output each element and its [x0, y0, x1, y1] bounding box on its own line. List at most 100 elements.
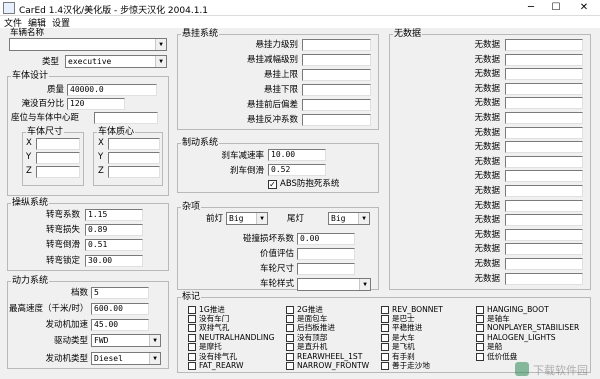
nodata-field[interactable]: [505, 141, 583, 154]
suspension-field[interactable]: [302, 54, 371, 66]
wheel-size-field[interactable]: [297, 263, 355, 275]
flag-checkbox[interactable]: [286, 324, 294, 333]
engine-type-select[interactable]: Diesel ▼: [91, 352, 161, 365]
flag-checkbox[interactable]: [188, 361, 196, 370]
nodata-label: 无数据: [474, 229, 500, 240]
nodata-field[interactable]: [505, 272, 583, 285]
vehicle-type-select[interactable]: executive ▼: [65, 55, 167, 68]
nodata-field[interactable]: [505, 82, 583, 95]
maximize-button[interactable]: ☐: [545, 1, 567, 15]
chevron-down-icon: ▼: [359, 279, 370, 290]
mass-field[interactable]: 40000.0: [67, 84, 157, 96]
flag-checkbox[interactable]: [381, 324, 389, 333]
flag-checkbox[interactable]: [381, 352, 389, 361]
com-x-field[interactable]: [108, 138, 160, 150]
handling-field[interactable]: 30.00: [85, 255, 143, 267]
flag-checkbox[interactable]: [476, 333, 484, 342]
nodata-field[interactable]: [505, 243, 583, 256]
flag-checkbox[interactable]: [476, 314, 484, 323]
nodata-field[interactable]: [505, 68, 583, 81]
suspension-field[interactable]: [302, 114, 371, 126]
brake-decel-field[interactable]: 10.00: [268, 149, 326, 161]
nodata-field[interactable]: [505, 228, 583, 241]
nodata-field[interactable]: [505, 53, 583, 66]
submerge-field[interactable]: 120: [67, 98, 125, 110]
minimize-button[interactable]: ─: [520, 1, 542, 15]
nodata-field[interactable]: [505, 185, 583, 197]
abs-checkbox[interactable]: ✓: [268, 180, 277, 189]
flag-checkbox[interactable]: [381, 333, 389, 342]
brake-decel-label: 刹车减速率: [221, 151, 264, 161]
nodata-field[interactable]: [505, 112, 583, 124]
brake-bias-field[interactable]: 0.52: [268, 164, 326, 176]
handling-field[interactable]: 0.89: [85, 224, 143, 236]
flag-checkbox[interactable]: [381, 361, 389, 370]
flag-checkbox[interactable]: [381, 314, 389, 323]
flag-checkbox[interactable]: [188, 343, 196, 352]
max-speed-field[interactable]: 600.00: [91, 303, 149, 315]
nodata-label: 无数据: [474, 69, 500, 80]
flag-checkbox[interactable]: [476, 343, 484, 352]
nodata-field[interactable]: [505, 39, 583, 51]
dim-y-label: Y: [26, 152, 32, 162]
flag-checkbox[interactable]: [286, 343, 294, 352]
handling-field[interactable]: 1.15: [85, 209, 143, 221]
suspension-field[interactable]: [302, 84, 371, 96]
vehicle-name-select[interactable]: ▼: [9, 38, 167, 51]
nodata-field[interactable]: [505, 126, 583, 139]
menu-settings[interactable]: 设置: [52, 16, 70, 29]
flag-checkbox[interactable]: [188, 324, 196, 333]
flag-checkbox[interactable]: [188, 314, 196, 323]
gears-field[interactable]: 5: [91, 287, 149, 299]
flag-checkbox[interactable]: [381, 343, 389, 352]
seat-offset-field[interactable]: [94, 112, 158, 124]
flag-checkbox[interactable]: [476, 352, 484, 361]
misc-title: 杂项: [181, 202, 202, 212]
flag-checkbox[interactable]: [188, 333, 196, 342]
drive-type-select[interactable]: FWD ▼: [91, 334, 161, 347]
suspension-field[interactable]: [302, 39, 371, 51]
suspension-title: 悬挂系统: [181, 29, 220, 39]
nodata-field[interactable]: [505, 97, 583, 110]
dim-z-field[interactable]: [36, 166, 80, 178]
close-button[interactable]: ✕: [573, 1, 595, 15]
nodata-label: 无数据: [474, 244, 500, 255]
flag-checkbox[interactable]: [188, 305, 196, 314]
front-light-select[interactable]: Big ▼: [226, 212, 268, 225]
dim-x-field[interactable]: [36, 138, 80, 150]
flag-checkbox[interactable]: [286, 361, 294, 370]
nodata-field[interactable]: [505, 199, 583, 212]
engine-accel-field[interactable]: 45.00: [91, 319, 149, 331]
flag-checkbox[interactable]: [476, 305, 484, 314]
svg-text:下载软件园: 下载软件园: [533, 363, 588, 377]
nodata-field[interactable]: [505, 170, 583, 183]
suspension-label: 悬挂减幅级别: [246, 55, 298, 65]
suspension-label: 悬挂下限: [263, 85, 298, 95]
flag-checkbox[interactable]: [381, 305, 389, 314]
com-z-field[interactable]: [108, 166, 160, 178]
wheel-size-label: 车轮尺寸: [259, 264, 294, 274]
price-field[interactable]: [297, 248, 355, 260]
dim-x-label: X: [26, 138, 32, 148]
dim-y-field[interactable]: [36, 152, 80, 164]
collision-field[interactable]: 0.00: [297, 233, 355, 245]
nodata-field[interactable]: [505, 258, 583, 270]
rear-light-select[interactable]: Big ▼: [328, 212, 370, 225]
suspension-field[interactable]: [302, 69, 371, 81]
wheel-style-select[interactable]: ▼: [297, 278, 371, 291]
com-y-field[interactable]: [108, 152, 160, 164]
suspension-field[interactable]: [302, 99, 371, 111]
handling-field[interactable]: 0.51: [85, 239, 143, 251]
nodata-label: 无数据: [474, 156, 500, 167]
engine-accel-label: 发动机加速: [45, 320, 88, 330]
flag-checkbox[interactable]: [476, 324, 484, 333]
nodata-label: 无数据: [474, 259, 500, 269]
nodata-field[interactable]: [505, 214, 583, 227]
nodata-field[interactable]: [505, 155, 583, 168]
flag-checkbox[interactable]: [286, 352, 294, 361]
flag-checkbox[interactable]: [286, 305, 294, 314]
flag-checkbox[interactable]: [286, 333, 294, 342]
flag-checkbox[interactable]: [188, 352, 196, 361]
flag-checkbox[interactable]: [286, 314, 294, 323]
price-label: 价值评估: [259, 249, 294, 259]
